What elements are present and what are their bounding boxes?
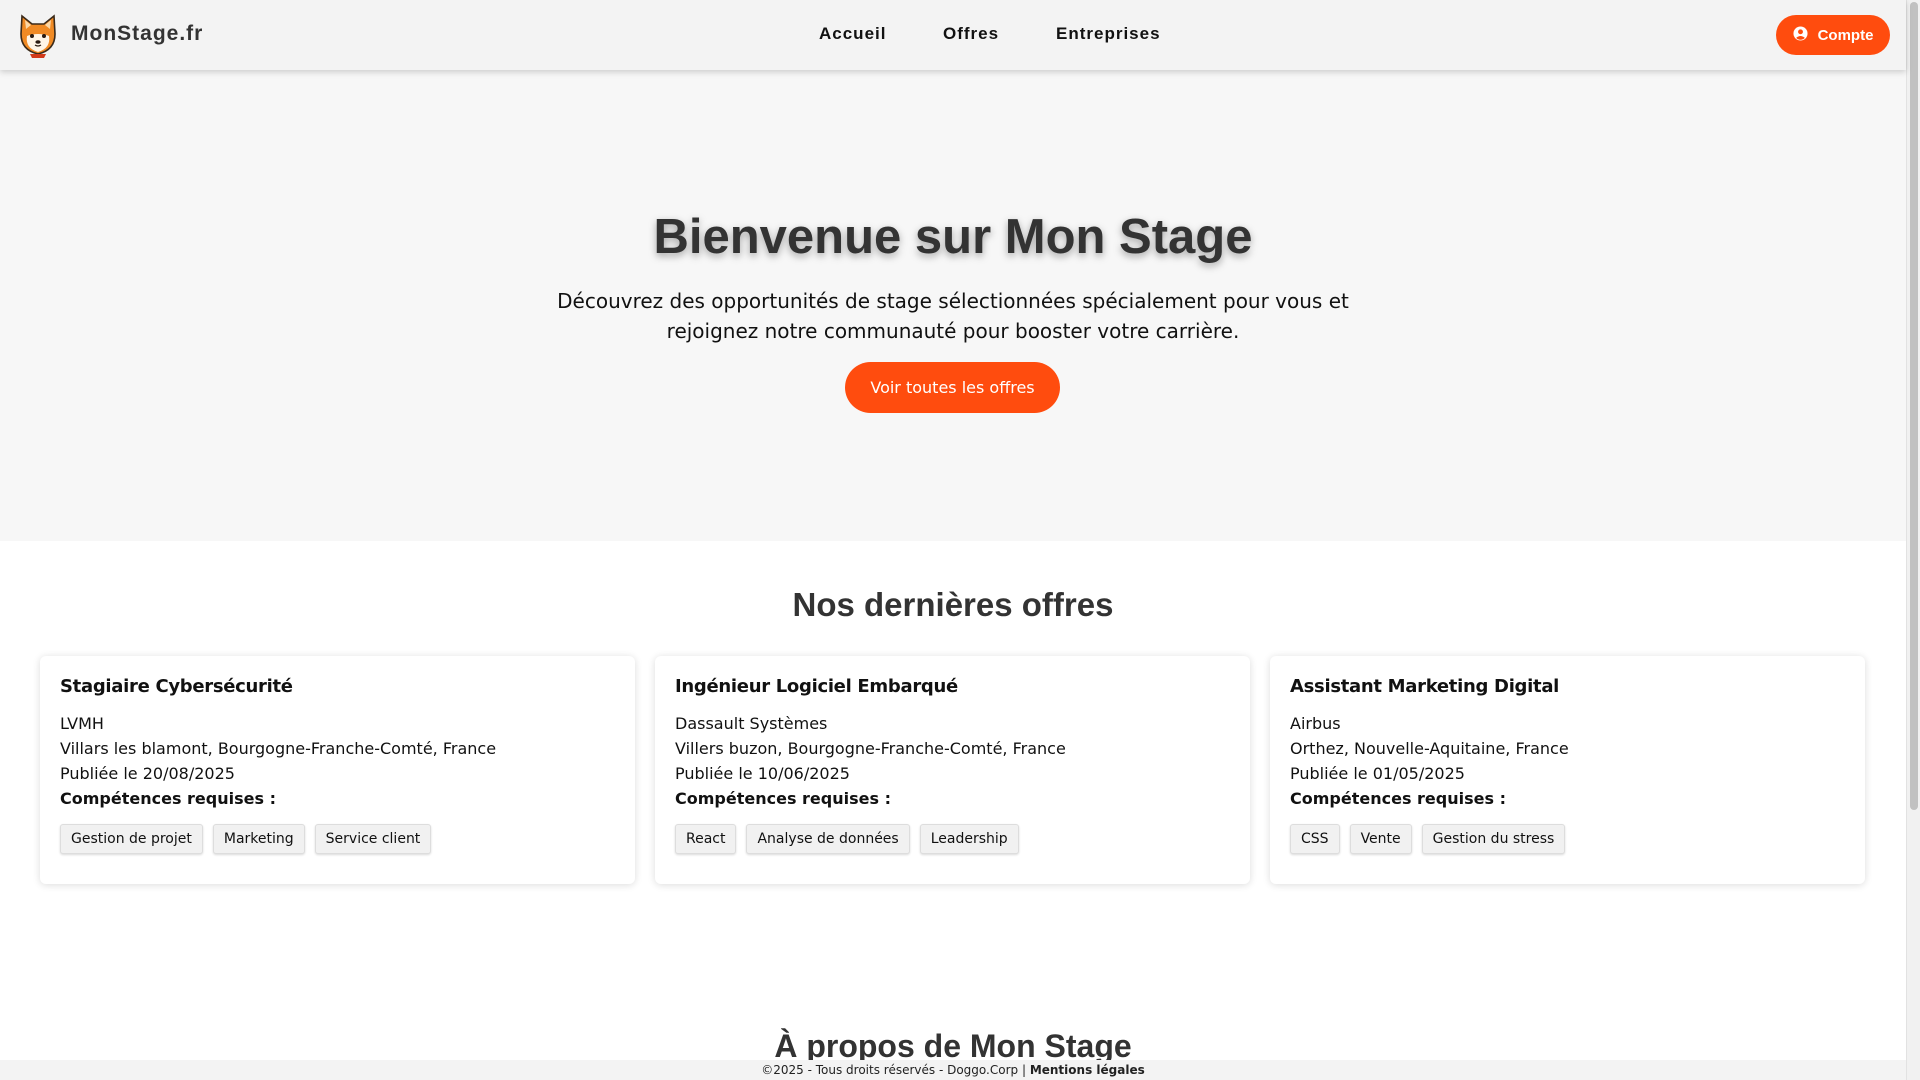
- scrollbar-thumb[interactable]: [1910, 2, 1918, 810]
- skill-tag: Gestion de projet: [60, 824, 203, 854]
- offer-company: LVMH: [60, 714, 104, 733]
- brand-name[interactable]: MonStage.fr: [71, 22, 203, 46]
- offer-card[interactable]: Ingénieur Logiciel Embarqué Dassault Sys…: [655, 656, 1250, 884]
- offer-title[interactable]: Ingénieur Logiciel Embarqué: [675, 676, 1230, 697]
- nav-accueil[interactable]: Accueil: [819, 24, 886, 44]
- footer-separator: |: [1018, 1063, 1030, 1077]
- offer-title[interactable]: Assistant Marketing Digital: [1290, 676, 1845, 697]
- skill-tag: React: [675, 824, 737, 854]
- skill-tag: Service client: [314, 824, 432, 854]
- skill-tag: Vente: [1349, 824, 1412, 854]
- skill-tags: Gestion de projet Marketing Service clie…: [60, 824, 615, 854]
- offers-title: Nos dernières offres: [792, 586, 1114, 623]
- legal-notice-link[interactable]: Mentions légales: [1030, 1063, 1145, 1077]
- hero-section: Bienvenue sur Mon Stage Découvrez des op…: [0, 70, 1906, 541]
- view-all-offers-button[interactable]: Voir toutes les offres: [845, 362, 1060, 413]
- nav-offres[interactable]: Offres: [943, 24, 999, 44]
- skills-label: Compétences requises :: [675, 789, 891, 808]
- offer-date: Publiée le 10/06/2025: [675, 764, 850, 783]
- hero-title: Bienvenue sur Mon Stage: [653, 210, 1253, 264]
- offer-card[interactable]: Stagiaire Cybersécurité LVMH Villars les…: [40, 656, 635, 884]
- offer-company: Airbus: [1290, 714, 1341, 733]
- skill-tags: React Analyse de données Leadership: [675, 824, 1230, 854]
- shiba-logo-icon[interactable]: [18, 12, 58, 60]
- offer-title[interactable]: Stagiaire Cybersécurité: [60, 676, 615, 697]
- page-scrollbar[interactable]: [1906, 0, 1920, 1080]
- skill-tag: Gestion du stress: [1421, 824, 1566, 854]
- skills-label: Compétences requises :: [60, 789, 276, 808]
- top-navbar: MonStage.fr Accueil Offres Entreprises C…: [0, 0, 1906, 70]
- skill-tag: CSS: [1290, 824, 1340, 854]
- skill-tag: Leadership: [919, 824, 1019, 854]
- nav-entreprises[interactable]: Entreprises: [1056, 24, 1161, 44]
- skill-tag: Marketing: [212, 824, 305, 854]
- user-circle-icon: [1793, 25, 1808, 45]
- skills-label: Compétences requises :: [1290, 789, 1506, 808]
- offer-location: Villars les blamont, Bourgogne-Franche-C…: [60, 739, 497, 758]
- offer-date: Publiée le 20/08/2025: [60, 764, 235, 783]
- offer-card[interactable]: Assistant Marketing Digital Airbus Orthe…: [1270, 656, 1865, 884]
- latest-offers-section: Nos dernières offres Stagiaire Cybersécu…: [0, 541, 1906, 1066]
- skill-tags: CSS Vente Gestion du stress: [1290, 824, 1845, 854]
- hero-subtitle: Découvrez des opportunités de stage séle…: [557, 289, 1349, 343]
- offer-location: Villers buzon, Bourgogne-Franche-Comté, …: [675, 739, 1066, 758]
- offer-location: Orthez, Nouvelle-Aquitaine, France: [1290, 739, 1569, 758]
- offer-date: Publiée le 01/05/2025: [1290, 764, 1465, 783]
- footer: ©2025 - Tous droits réservés - Doggo.Cor…: [0, 1060, 1906, 1080]
- skill-tag: Analyse de données: [746, 824, 910, 854]
- account-label: Compte: [1817, 26, 1874, 44]
- offer-company: Dassault Systèmes: [675, 714, 828, 733]
- footer-copyright: ©2025 - Tous droits réservés - Doggo.Cor…: [761, 1063, 1019, 1077]
- account-button[interactable]: Compte: [1776, 15, 1890, 55]
